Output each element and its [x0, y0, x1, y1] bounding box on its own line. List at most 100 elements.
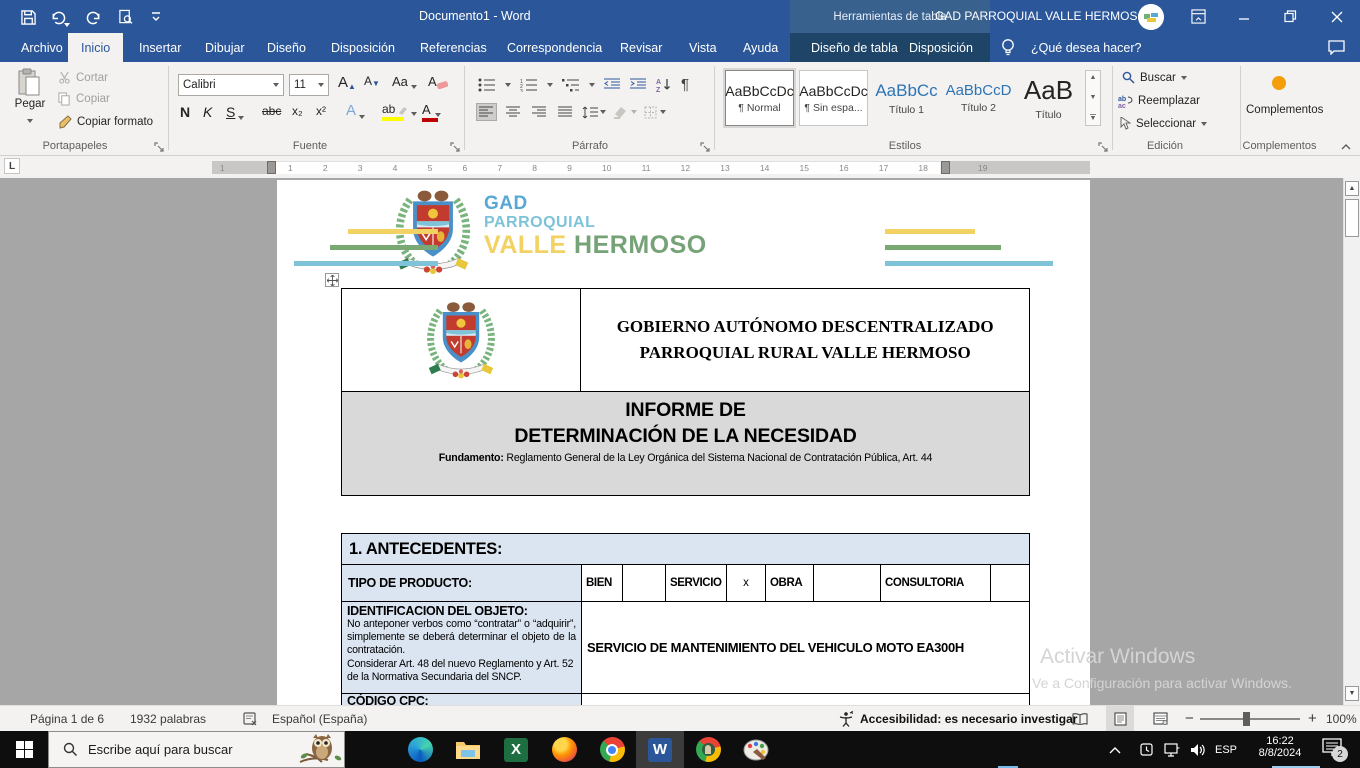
web-layout-icon[interactable] [1146, 706, 1174, 731]
language-indicator[interactable]: Español (España) [272, 706, 367, 731]
table-column-marker-icon[interactable] [267, 161, 276, 174]
zoom-out-button[interactable]: − [1185, 706, 1194, 731]
tab-archivo[interactable]: Archivo [8, 33, 76, 62]
proofing-icon[interactable] [243, 706, 258, 731]
ribbon-display-options-icon[interactable] [1175, 0, 1221, 33]
restore-button[interactable] [1267, 0, 1313, 33]
taskbar-paint-icon[interactable] [732, 731, 780, 768]
ruler-left-margin[interactable]: 1 [212, 161, 267, 174]
font-dialog-launcher-icon[interactable] [450, 142, 461, 153]
styles-dialog-launcher-icon[interactable] [1098, 142, 1109, 153]
paste-dropdown-icon[interactable] [27, 119, 33, 123]
justify-icon[interactable] [556, 104, 575, 120]
zoom-level[interactable]: 100% [1326, 706, 1357, 731]
org-logo-cell[interactable] [342, 289, 580, 391]
text-effects-button[interactable]: A [346, 102, 365, 119]
clear-formatting-button[interactable]: A [428, 74, 449, 89]
tipo-obra-checkbox[interactable] [813, 565, 880, 601]
tipo-consultoria-checkbox[interactable] [990, 565, 1029, 601]
shrink-font-button[interactable]: A▼ [364, 74, 380, 88]
ruler-text-area[interactable]: 123456789101112131415161718 [276, 161, 940, 174]
accessibility-icon[interactable] [838, 706, 854, 731]
tipo-servicio-checkbox[interactable]: x [726, 565, 765, 601]
tab-disposicion-tabla[interactable]: Disposición [896, 33, 986, 62]
decrease-indent-icon[interactable] [604, 78, 621, 91]
start-button[interactable] [0, 731, 48, 768]
close-button[interactable] [1314, 0, 1360, 33]
tab-insertar[interactable]: Insertar [126, 33, 194, 62]
tab-ayuda[interactable]: Ayuda [730, 33, 791, 62]
multilevel-dropdown-icon[interactable] [589, 83, 595, 87]
taskbar-chrome-icon[interactable] [588, 731, 636, 768]
taskbar-word-icon[interactable]: W [636, 731, 684, 768]
page-count[interactable]: Página 1 de 6 [30, 706, 104, 731]
tray-chevron-icon[interactable] [1100, 731, 1130, 768]
document-header-table[interactable]: GOBIERNO AUTÓNOMO DESCENTRALIZADO PARROQ… [341, 288, 1030, 496]
style-titulo-2[interactable]: AaBbCcD Título 2 [944, 70, 1013, 126]
scroll-up-icon[interactable]: ▲ [1345, 181, 1359, 196]
table-column-marker-icon[interactable] [941, 161, 950, 174]
select-button[interactable]: Seleccionar [1120, 117, 1207, 130]
bullets-icon[interactable] [478, 78, 496, 92]
undo-dropdown-icon[interactable] [64, 14, 70, 32]
styles-scroll-down-icon[interactable]: ▼ [1090, 94, 1097, 101]
taskbar-edge-icon[interactable] [396, 731, 444, 768]
sort-icon[interactable]: AZ [656, 77, 672, 92]
style-titulo[interactable]: AaB Título [1014, 70, 1083, 126]
font-family-select[interactable]: Calibri [178, 74, 284, 96]
scrollbar-thumb[interactable] [1345, 199, 1359, 237]
tab-correspondencia[interactable]: Correspondencia [494, 33, 615, 62]
underline-button[interactable]: S [226, 104, 244, 120]
org-title-cell[interactable]: GOBIERNO AUTÓNOMO DESCENTRALIZADO PARROQ… [580, 289, 1029, 391]
align-left-icon[interactable] [476, 103, 497, 121]
styles-scroll-up-icon[interactable]: ▲ [1090, 74, 1097, 81]
change-case-button[interactable]: Aa [392, 74, 417, 89]
feedback-icon[interactable] [1328, 39, 1345, 55]
style-normal[interactable]: AaBbCcDc ¶ Normal [725, 70, 794, 126]
minimize-button[interactable] [1221, 0, 1267, 33]
vertical-scrollbar[interactable]: ▲ ▼ [1343, 178, 1360, 705]
taskbar-search[interactable]: Escribe aquí para buscar [48, 731, 345, 768]
superscript-button[interactable]: x² [316, 104, 326, 118]
numbering-icon[interactable]: 123 [520, 78, 538, 92]
network-icon[interactable] [1158, 731, 1186, 768]
zoom-in-button[interactable]: + [1308, 706, 1317, 731]
print-layout-icon[interactable] [1106, 706, 1134, 731]
tab-diseno[interactable]: Diseño [254, 33, 319, 62]
line-spacing-icon[interactable] [582, 106, 606, 119]
ruler-right-margin[interactable]: 19 [950, 161, 1090, 174]
shading-icon[interactable] [613, 106, 637, 119]
zoom-slider-track[interactable] [1200, 718, 1300, 720]
clipboard-dialog-launcher-icon[interactable] [154, 142, 165, 153]
subscript-button[interactable]: x₂ [292, 104, 303, 118]
tab-revisar[interactable]: Revisar [607, 33, 675, 62]
tab-diseno-de-tabla[interactable]: Diseño de tabla [798, 33, 911, 62]
document-page[interactable]: GAD PARROQUIAL VALLE HERMOSO GOBIERNO AU… [277, 180, 1090, 705]
avatar[interactable] [1138, 4, 1164, 30]
tab-inicio[interactable]: Inicio [68, 33, 123, 62]
bullets-dropdown-icon[interactable] [505, 83, 511, 87]
tipo-bien-checkbox[interactable] [622, 565, 665, 601]
account-name[interactable]: GAD PARROQUIAL VALLE HERMOSO [935, 9, 1147, 23]
styles-scroll-strip[interactable]: ▲ ▼ ▼ [1085, 70, 1101, 126]
align-center-icon[interactable] [504, 104, 523, 120]
find-button[interactable]: Buscar [1122, 71, 1187, 84]
notifications-icon[interactable]: 2 [1322, 738, 1342, 756]
highlight-button[interactable]: ab [382, 102, 417, 121]
replace-button[interactable]: abac Reemplazar [1118, 94, 1200, 108]
tab-disposicion[interactable]: Disposición [318, 33, 408, 62]
save-icon[interactable] [18, 7, 38, 27]
increase-indent-icon[interactable] [630, 78, 647, 91]
zoom-slider-thumb[interactable] [1243, 712, 1250, 726]
taskbar-file-explorer-icon[interactable] [444, 731, 492, 768]
style-sin-espaciado[interactable]: AaBbCcDc ¶ Sin espa... [799, 70, 868, 126]
tab-stop-selector[interactable]: L [4, 158, 20, 174]
tab-vista[interactable]: Vista [676, 33, 730, 62]
accessibility-status[interactable]: Accesibilidad: es necesario investigar [860, 706, 1077, 731]
table-move-handle[interactable] [325, 273, 339, 287]
style-titulo-1[interactable]: AaBbCc Título 1 [872, 70, 941, 126]
redo-icon[interactable] [84, 7, 104, 27]
taskbar-firefox-icon[interactable] [540, 731, 588, 768]
pilcrow-icon[interactable]: ¶ [681, 76, 689, 93]
objeto-cell[interactable]: SERVICIO DE MANTENIMIENTO DEL VEHICULO M… [581, 602, 1029, 693]
